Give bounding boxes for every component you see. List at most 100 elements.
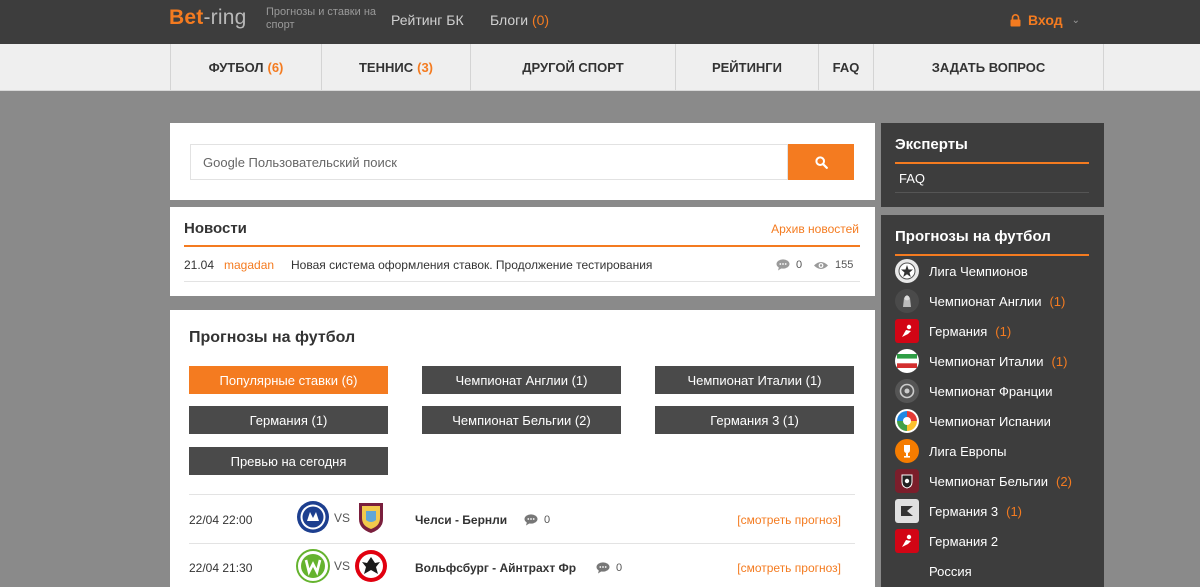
russia-icon	[895, 559, 919, 583]
league-name: Германия 3	[929, 503, 999, 519]
search-button[interactable]	[788, 144, 854, 180]
nav-tennis-label: ТЕННИС	[358, 59, 414, 75]
chevron-down-icon: ⌄	[1071, 14, 1081, 26]
league-count: (1)	[1006, 503, 1023, 519]
search-field	[190, 144, 788, 180]
news-archive-link[interactable]: Архив новостей	[771, 222, 859, 236]
vs-label: VS	[334, 559, 351, 573]
league-name: Чемпионат Франции	[929, 383, 1053, 399]
match-comments-count: 0	[544, 514, 551, 526]
view-forecast-link[interactable]: [смотреть прогноз]	[737, 513, 841, 527]
news-headline-link[interactable]: Новая система оформления ставок. Продолж…	[291, 258, 652, 272]
view-forecast-link[interactable]: [смотреть прогноз]	[737, 561, 841, 575]
main-nav: ФУТБОЛ (6) ТЕННИС (3) ДРУГОЙ СПОРТ РЕЙТИНГ…	[0, 44, 1200, 91]
nav-football-count: (6)	[267, 59, 284, 75]
search-panel	[170, 123, 875, 200]
nav-ratings[interactable]: РЕЙТИНГИ	[675, 44, 818, 90]
league-name: Лига Европы	[929, 443, 1007, 459]
league-name: Германия	[929, 323, 988, 339]
filter-germany-3[interactable]: Германия 3 (1)	[655, 406, 854, 434]
league-belgium[interactable]: Чемпионат Бельгии (2)	[895, 466, 1103, 496]
match-teams-link[interactable]: Вольфсбург - Айнтрахт Фр	[415, 561, 576, 575]
nav-faq[interactable]: FAQ	[818, 44, 873, 90]
nav-tennis-count: (3)	[417, 59, 433, 75]
nav-tennis[interactable]: ТЕННИС (3)	[321, 44, 470, 90]
news-author-link[interactable]: magadan	[224, 258, 274, 272]
blogs-label: Блоги	[490, 12, 529, 28]
league-italy[interactable]: Чемпионат Италии (1)	[895, 346, 1103, 376]
premier-league-icon	[895, 289, 919, 313]
match-divider	[189, 494, 855, 495]
forecasts-title: Прогнозы на футбол	[895, 228, 1051, 245]
blogs-count: (0)	[531, 12, 550, 28]
nav-football-label: ФУТБОЛ	[208, 59, 264, 75]
search-icon	[814, 155, 828, 169]
experts-title: Эксперты	[895, 136, 968, 153]
experts-faq-link[interactable]: FAQ	[899, 171, 925, 186]
jupiler-league-icon	[895, 469, 919, 493]
football-title: Прогнозы на футбол	[189, 329, 356, 346]
news-comments: 0	[776, 259, 802, 271]
filter-italy[interactable]: Чемпионат Италии (1)	[655, 366, 854, 394]
nav-ask-question[interactable]: ЗАДАТЬ ВОПРОС	[873, 44, 1104, 90]
news-row-divider	[184, 281, 860, 282]
login-button[interactable]: Вход ⌄	[1010, 12, 1080, 28]
league-champions-league[interactable]: Лига Чемпионов	[895, 256, 1103, 286]
match-datetime: 22/04 22:00	[189, 513, 253, 527]
experts-widget: Эксперты FAQ	[881, 123, 1104, 207]
blogs-link[interactable]: Блоги (0)	[490, 12, 549, 28]
filter-popular-bets[interactable]: Популярные ставки (6)	[189, 366, 388, 394]
nav-football[interactable]: ФУТБОЛ (6)	[170, 44, 321, 90]
site-tagline: Прогнозы и ставки на спорт	[266, 6, 377, 31]
league-germany-2[interactable]: Германия 2	[895, 526, 1103, 556]
football-panel: Прогнозы на футбол Популярные ставки (6)…	[170, 310, 875, 587]
league-name: Чемпионат Бельгии	[929, 473, 1049, 489]
league-name: Чемпионат Англии	[929, 293, 1042, 309]
league-count: (1)	[995, 323, 1012, 339]
news-divider	[184, 245, 860, 247]
match-comments-count: 0	[616, 562, 623, 574]
league-count: (1)	[1049, 293, 1066, 309]
bundesliga-2-icon	[895, 529, 919, 553]
league-germany[interactable]: Германия (1)	[895, 316, 1103, 346]
eye-icon	[814, 261, 828, 269]
site-logo[interactable]: Bet-ring	[169, 6, 246, 30]
top-bar: Bet-ring Прогнозы и ставки на спорт Рейт…	[0, 0, 1200, 44]
news-comments-count: 0	[796, 259, 803, 271]
league-spain[interactable]: Чемпионат Испании	[895, 406, 1103, 436]
rating-link[interactable]: Рейтинг БК	[391, 12, 464, 28]
chelsea-logo-icon	[297, 501, 329, 533]
news-date: 21.04	[184, 258, 215, 272]
league-england[interactable]: Чемпионат Англии (1)	[895, 286, 1103, 316]
experts-divider	[895, 162, 1089, 164]
league-europa[interactable]: Лига Европы	[895, 436, 1103, 466]
burnley-logo-icon	[359, 503, 383, 533]
league-france[interactable]: Чемпионат Франции	[895, 376, 1103, 406]
league-russia[interactable]: Россия	[895, 556, 1103, 586]
search-input[interactable]	[191, 145, 787, 179]
bundesliga-icon	[895, 319, 919, 343]
league-germany-3[interactable]: Германия 3 (1)	[895, 496, 1103, 526]
league-name: Лига Чемпионов	[929, 263, 1028, 279]
match-teams-link[interactable]: Челси - Бернли	[415, 513, 507, 527]
comment-icon	[776, 259, 790, 271]
news-title: Новости	[184, 220, 247, 237]
nav-other-sport[interactable]: ДРУГОЙ СПОРТ	[470, 44, 675, 90]
league-name: Чемпионат Испании	[929, 413, 1051, 429]
filter-today-preview[interactable]: Превью на сегодня	[189, 447, 388, 475]
login-label: Вход	[1028, 12, 1063, 28]
la-liga-icon	[895, 409, 919, 433]
news-panel: Новости Архив новостей 21.04 magadan Нов…	[170, 207, 875, 296]
filter-belgium[interactable]: Чемпионат Бельгии (2)	[422, 406, 621, 434]
logo-part-1: Bet	[169, 6, 204, 29]
filter-england[interactable]: Чемпионат Англии (1)	[422, 366, 621, 394]
league-count: (1)	[1051, 353, 1068, 369]
league-count: (2)	[1056, 473, 1072, 489]
serie-a-icon	[895, 349, 919, 373]
league-name: Германия 2	[929, 533, 999, 549]
match-datetime: 22/04 21:30	[189, 561, 253, 575]
3-liga-icon	[895, 499, 919, 523]
eintracht-logo-icon	[355, 550, 387, 582]
filter-germany[interactable]: Германия (1)	[189, 406, 388, 434]
league-name: Чемпионат Италии	[929, 353, 1044, 369]
